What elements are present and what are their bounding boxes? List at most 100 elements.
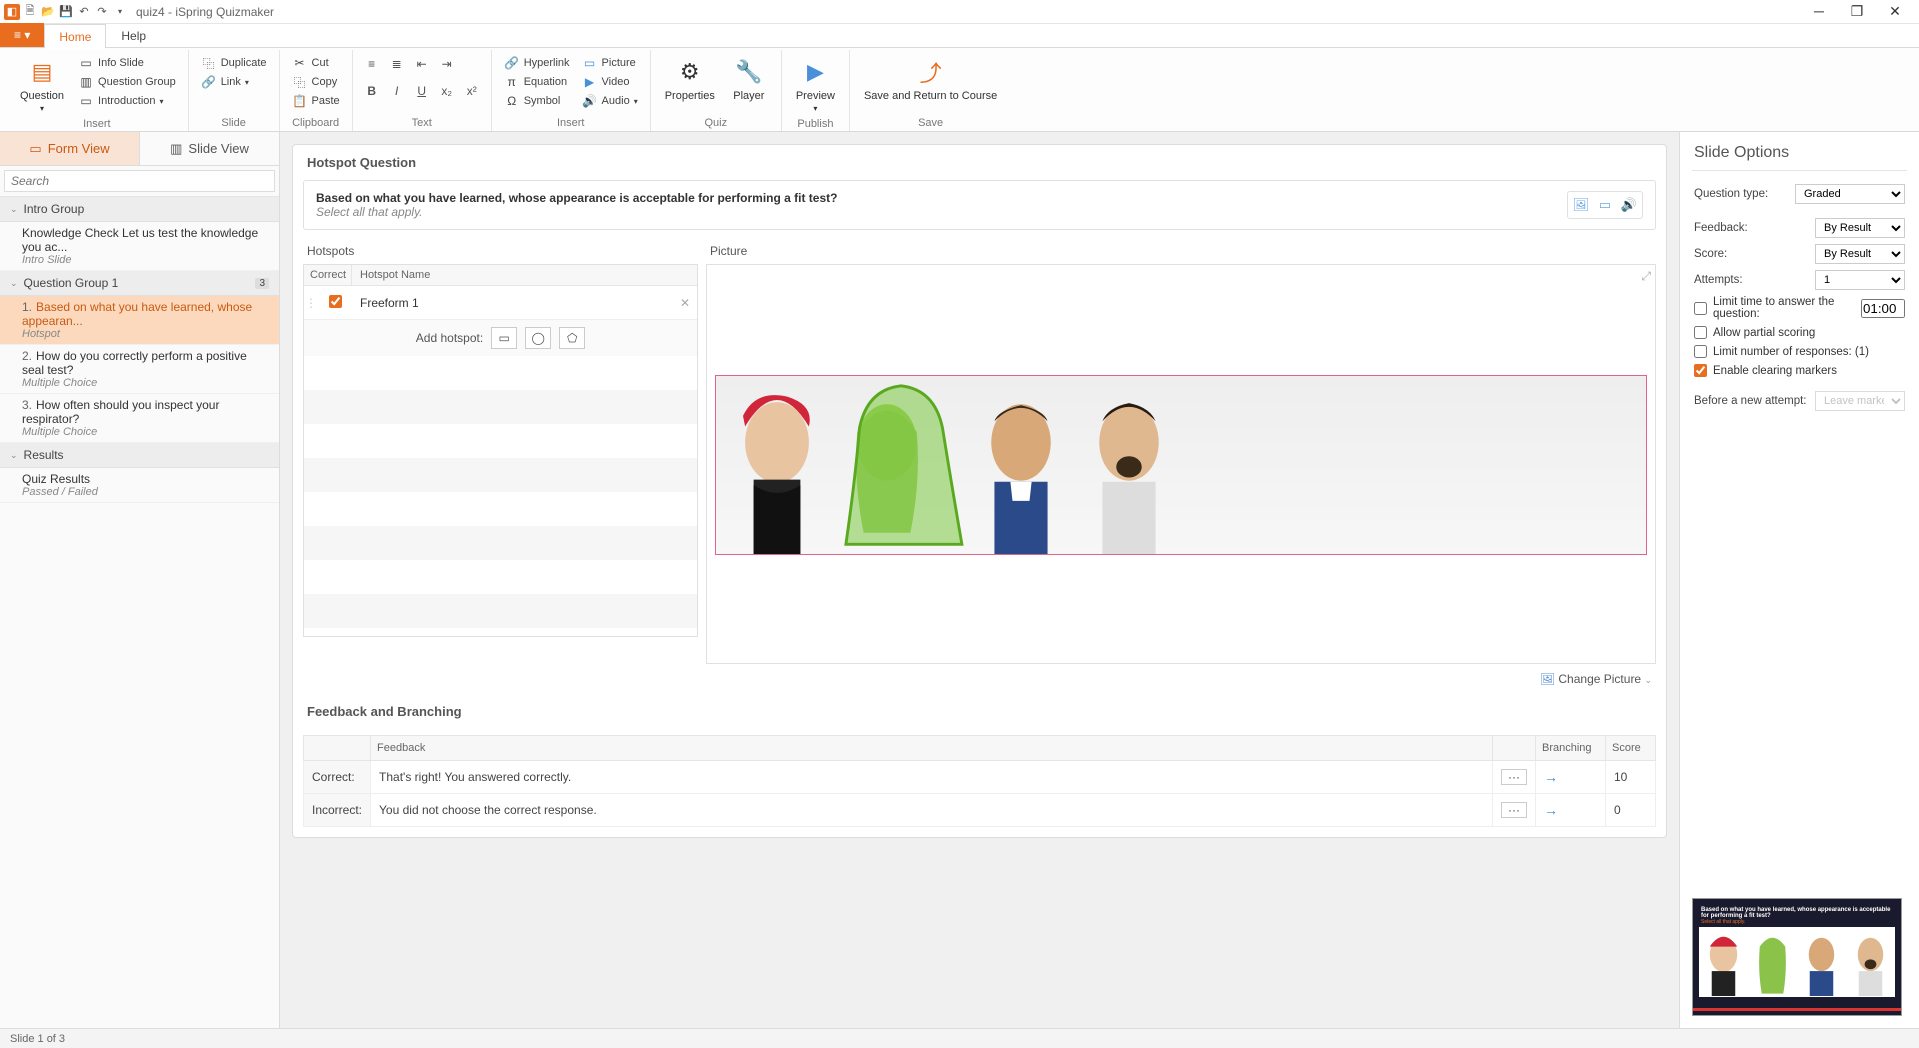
introduction-button[interactable]: ▭Introduction ▾ [74, 92, 180, 110]
incorrect-branch-icon[interactable]: → [1544, 802, 1558, 818]
score-select[interactable]: By Result [1815, 244, 1905, 264]
form-view-button[interactable]: ▭Form View [0, 132, 140, 165]
cut-icon: ✂ [292, 55, 308, 71]
quick-access-toolbar: ◧ 🗎 📂 💾 ↶ ↷ ▾ [4, 4, 128, 20]
question-button[interactable]: ▤ Question▾ [14, 54, 70, 116]
add-image-icon[interactable]: 🖼 [1570, 194, 1592, 216]
nav-results-group[interactable]: ⌄Results [0, 443, 279, 468]
info-slide-button[interactable]: ▭Info Slide [74, 54, 180, 72]
nav-question-3[interactable]: 3.How often should you inspect your resp… [0, 394, 279, 443]
clear-markers-checkbox[interactable] [1694, 364, 1707, 377]
question-hint: Select all that apply. [316, 205, 1557, 219]
symbol-button[interactable]: ΩSymbol [500, 92, 574, 110]
video-button[interactable]: ▶Video [578, 73, 642, 91]
ribbon-group-insert: ▤ Question▾ ▭Info Slide ▥Question Group … [6, 50, 189, 131]
file-tab[interactable]: ≡ ▾ [0, 23, 44, 47]
incorrect-score[interactable]: 0 [1606, 794, 1656, 827]
indent-button[interactable]: ⇥ [436, 54, 458, 74]
strike-button[interactable]: x₂ [436, 81, 458, 101]
maximize-button[interactable]: ❐ [1847, 3, 1867, 20]
before-attempt-select: Leave markers... [1815, 391, 1905, 411]
equation-icon: π [504, 74, 520, 90]
preview-button[interactable]: ▶Preview▾ [790, 54, 841, 116]
qat-dropdown-icon[interactable]: ▾ [112, 4, 128, 20]
open-icon[interactable]: 📂 [40, 4, 56, 20]
nav-results-item[interactable]: Quiz ResultsPassed / Failed [0, 468, 279, 503]
add-rect-hotspot[interactable]: ▭ [491, 327, 517, 349]
new-icon[interactable]: 🗎 [22, 4, 38, 20]
correct-branch-icon[interactable]: → [1544, 769, 1558, 785]
nav-question-2[interactable]: 2.How do you correctly perform a positiv… [0, 345, 279, 394]
help-tab[interactable]: Help [106, 23, 161, 47]
properties-button[interactable]: ⚙Properties [659, 54, 721, 104]
window-controls: ─ ❐ ✕ [1809, 3, 1915, 20]
italic-button[interactable]: I [386, 81, 408, 101]
question-group-button[interactable]: ▥Question Group [74, 73, 180, 91]
delete-hotspot-icon[interactable]: ✕ [673, 296, 697, 310]
save-icon[interactable]: 💾 [58, 4, 74, 20]
incorrect-feedback-text[interactable]: You did not choose the correct response. [371, 794, 1493, 827]
picture-button[interactable]: ▭Picture [578, 54, 642, 72]
bold-button[interactable]: B [361, 81, 383, 101]
question-text: Based on what you have learned, whose ap… [316, 191, 1557, 205]
expand-icon[interactable]: ⤢ [1641, 269, 1651, 284]
limit-responses-checkbox[interactable] [1694, 345, 1707, 358]
nav-intro-group[interactable]: ⌄Intro Group [0, 197, 279, 222]
equation-button[interactable]: πEquation [500, 73, 574, 91]
feedback-select[interactable]: By Result [1815, 218, 1905, 238]
player-button[interactable]: 🔧Player [725, 54, 773, 104]
limit-time-checkbox[interactable] [1694, 302, 1707, 315]
change-picture-button[interactable]: 🖼 Change Picture ⌄ [706, 664, 1656, 694]
undo-icon[interactable]: ↶ [76, 4, 92, 20]
correct-score[interactable]: 10 [1606, 761, 1656, 794]
duplicate-button[interactable]: ⿻Duplicate [197, 54, 271, 72]
slide-view-button[interactable]: ▥Slide View [140, 132, 279, 165]
info-slide-icon: ▭ [78, 55, 94, 71]
redo-icon[interactable]: ↷ [94, 4, 110, 20]
search-input[interactable] [4, 170, 275, 192]
add-oval-hotspot[interactable]: ◯ [525, 327, 551, 349]
audio-button[interactable]: 🔊Audio ▾ [578, 92, 642, 110]
chevron-down-icon: ⌄ [10, 450, 18, 461]
question-icon: ▤ [26, 56, 58, 88]
properties-icon: ⚙ [674, 56, 706, 88]
nav-question-group[interactable]: ⌄Question Group 13 [0, 271, 279, 296]
copy-button[interactable]: ⿻Copy [288, 73, 344, 91]
question-type-select[interactable]: Graded [1795, 184, 1905, 204]
cut-button[interactable]: ✂Cut [288, 54, 344, 72]
grip-icon[interactable]: ⋮ [304, 296, 318, 310]
nav-intro-item[interactable]: Knowledge Check Let us test the knowledg… [0, 222, 279, 271]
slide-thumbnail[interactable]: Based on what you have learned, whose ap… [1692, 898, 1902, 1016]
bullets-button[interactable]: ≡ [361, 54, 383, 74]
nav-question-1[interactable]: 1.Based on what you have learned, whose … [0, 296, 279, 345]
partial-scoring-checkbox[interactable] [1694, 326, 1707, 339]
close-button[interactable]: ✕ [1885, 3, 1905, 20]
add-audio-icon[interactable]: 🔊 [1618, 194, 1640, 216]
hotspot-name-input[interactable]: Freeform 1 [352, 296, 673, 310]
correct-feedback-more[interactable]: ··· [1501, 769, 1527, 785]
picture-box[interactable]: ⤢ [706, 264, 1656, 664]
slide-thumbnail-wrap: Based on what you have learned, whose ap… [1680, 886, 1919, 1028]
paste-button[interactable]: 📋Paste [288, 92, 344, 110]
minimize-button[interactable]: ─ [1809, 3, 1829, 20]
save-return-button[interactable]: ⤴Save and Return to Course [858, 54, 1003, 104]
super-button[interactable]: x² [461, 81, 483, 101]
correct-feedback-text[interactable]: That's right! You answered correctly. [371, 761, 1493, 794]
hyperlink-icon: 🔗 [504, 55, 520, 71]
hotspot-correct-checkbox[interactable] [329, 295, 342, 308]
ribbon-group-slide: ⿻Duplicate 🔗Link ▾ Slide [189, 50, 280, 131]
add-freeform-hotspot[interactable]: ⬠ [559, 327, 585, 349]
attempts-select[interactable]: 1 [1815, 270, 1905, 290]
hotspot-overlay[interactable] [826, 380, 976, 554]
numbering-button[interactable]: ≣ [386, 54, 408, 74]
add-video-icon[interactable]: ▭ [1594, 194, 1616, 216]
left-panel: ▭Form View ▥Slide View ⌄Intro Group Know… [0, 132, 280, 1028]
underline-button[interactable]: U [411, 81, 433, 101]
question-text-block[interactable]: Based on what you have learned, whose ap… [316, 191, 1557, 219]
home-tab[interactable]: Home [44, 24, 106, 48]
link-button[interactable]: 🔗Link ▾ [197, 73, 271, 91]
incorrect-feedback-more[interactable]: ··· [1501, 802, 1527, 818]
hyperlink-button[interactable]: 🔗Hyperlink [500, 54, 574, 72]
outdent-button[interactable]: ⇤ [411, 54, 433, 74]
limit-time-value[interactable] [1861, 299, 1905, 318]
